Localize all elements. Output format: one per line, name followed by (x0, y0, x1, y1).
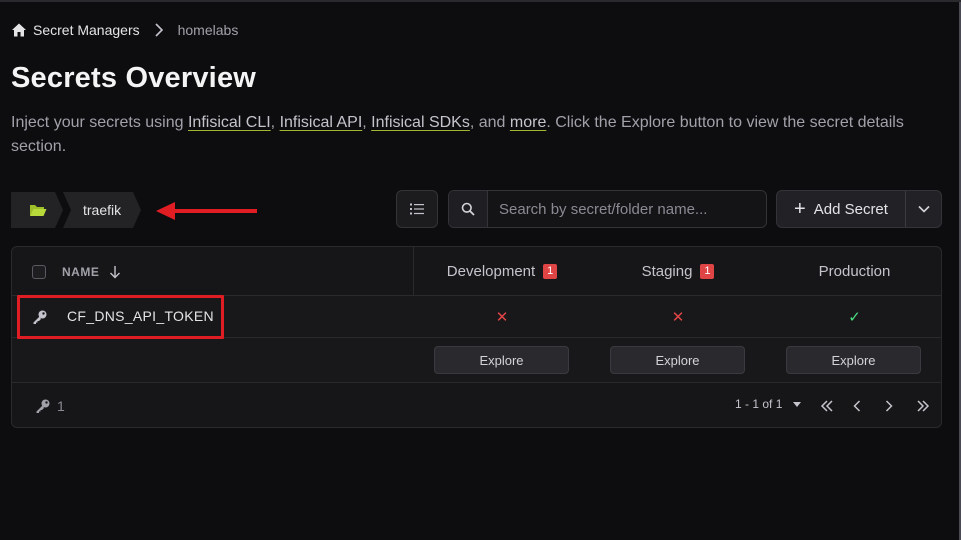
name-column-header[interactable]: NAME (32, 247, 121, 296)
last-page-button[interactable] (914, 397, 932, 415)
list-icon (410, 203, 424, 215)
breadcrumb-secret-managers[interactable]: Secret Managers (33, 22, 140, 38)
annotation-arrow (156, 202, 257, 220)
plus-icon: + (794, 198, 806, 220)
env-header-production[interactable]: Production (766, 247, 941, 296)
home-icon[interactable] (11, 22, 27, 38)
table-header: NAME Development 1 Staging 1 Production (12, 247, 941, 296)
breadcrumb: Secret Managers homelabs (11, 20, 238, 40)
breadcrumb-project[interactable]: homelabs (178, 22, 239, 38)
chevron-right-icon (885, 400, 893, 412)
secret-count: 1 (57, 398, 65, 414)
annotation-highlight-box (17, 295, 224, 339)
x-mark-icon: ✕ (495, 309, 509, 326)
link-infisical-cli[interactable]: Infisical CLI (188, 114, 271, 131)
check-icon: ✓ (848, 309, 861, 326)
folder-path: traefik (11, 192, 141, 228)
env-header-development[interactable]: Development 1 (414, 247, 590, 296)
description-text: Inject your secrets using (11, 114, 188, 131)
add-secret-button[interactable]: + Add Secret (777, 191, 906, 227)
page-description: Inject your secrets using Infisical CLI,… (11, 111, 911, 159)
missing-count-badge: 1 (700, 264, 715, 279)
sort-arrow-down-icon[interactable] (109, 265, 121, 279)
window-top-border (0, 0, 961, 2)
x-mark-icon: ✕ (671, 309, 685, 326)
pagination-select[interactable]: 1 - 1 of 1 (735, 397, 802, 411)
explore-button-production[interactable]: Explore (786, 346, 921, 374)
chevron-left-icon (853, 400, 861, 412)
root-folder-chip[interactable] (11, 192, 63, 228)
folder-open-icon (30, 205, 47, 216)
explore-button-development[interactable]: Explore (434, 346, 569, 374)
chevron-down-icon (917, 205, 930, 213)
chevron-right-icon (155, 23, 163, 37)
description-sep: , and (469, 114, 510, 131)
name-header-label: NAME (62, 264, 100, 279)
search-box (448, 190, 767, 228)
explore-row: Explore Explore Explore (12, 338, 941, 383)
missing-count-badge: 1 (543, 264, 558, 279)
status-missing-staging[interactable]: ✕ (590, 296, 766, 338)
search-icon (461, 202, 475, 216)
link-more[interactable]: more (510, 114, 546, 131)
key-icon (36, 399, 50, 413)
caret-down-icon (793, 402, 802, 407)
env-header-label: Production (818, 263, 891, 280)
select-all-checkbox[interactable] (32, 264, 46, 279)
add-secret-label: Add Secret (813, 200, 888, 218)
first-page-button[interactable] (818, 397, 836, 415)
description-sep: , (270, 114, 280, 131)
add-secret-dropdown-button[interactable] (906, 191, 941, 227)
status-present-production[interactable]: ✓ (766, 296, 941, 338)
chevrons-right-icon (917, 400, 930, 412)
explore-button-staging[interactable]: Explore (610, 346, 745, 374)
pagination-label: 1 - 1 of 1 (735, 397, 783, 411)
page-title: Secrets Overview (11, 62, 257, 94)
folder-chip-current[interactable]: traefik (63, 192, 141, 228)
env-header-staging[interactable]: Staging 1 (590, 247, 766, 296)
search-input[interactable] (488, 191, 766, 227)
link-infisical-sdks[interactable]: Infisical SDKs (371, 114, 470, 131)
folder-chip-label: traefik (83, 202, 122, 218)
link-infisical-api[interactable]: Infisical API (280, 114, 363, 131)
view-toggle-button[interactable] (396, 190, 438, 228)
description-sep: , (362, 114, 372, 131)
env-header-label: Staging (641, 263, 693, 280)
prev-page-button[interactable] (848, 397, 866, 415)
table-footer: 1 1 - 1 of 1 (12, 383, 941, 427)
env-header-label: Development (446, 263, 536, 280)
next-page-button[interactable] (880, 397, 898, 415)
chevrons-left-icon (820, 400, 833, 412)
status-missing-development[interactable]: ✕ (414, 296, 590, 338)
add-secret-button-group: + Add Secret (776, 190, 942, 228)
search-icon-container (449, 191, 488, 227)
